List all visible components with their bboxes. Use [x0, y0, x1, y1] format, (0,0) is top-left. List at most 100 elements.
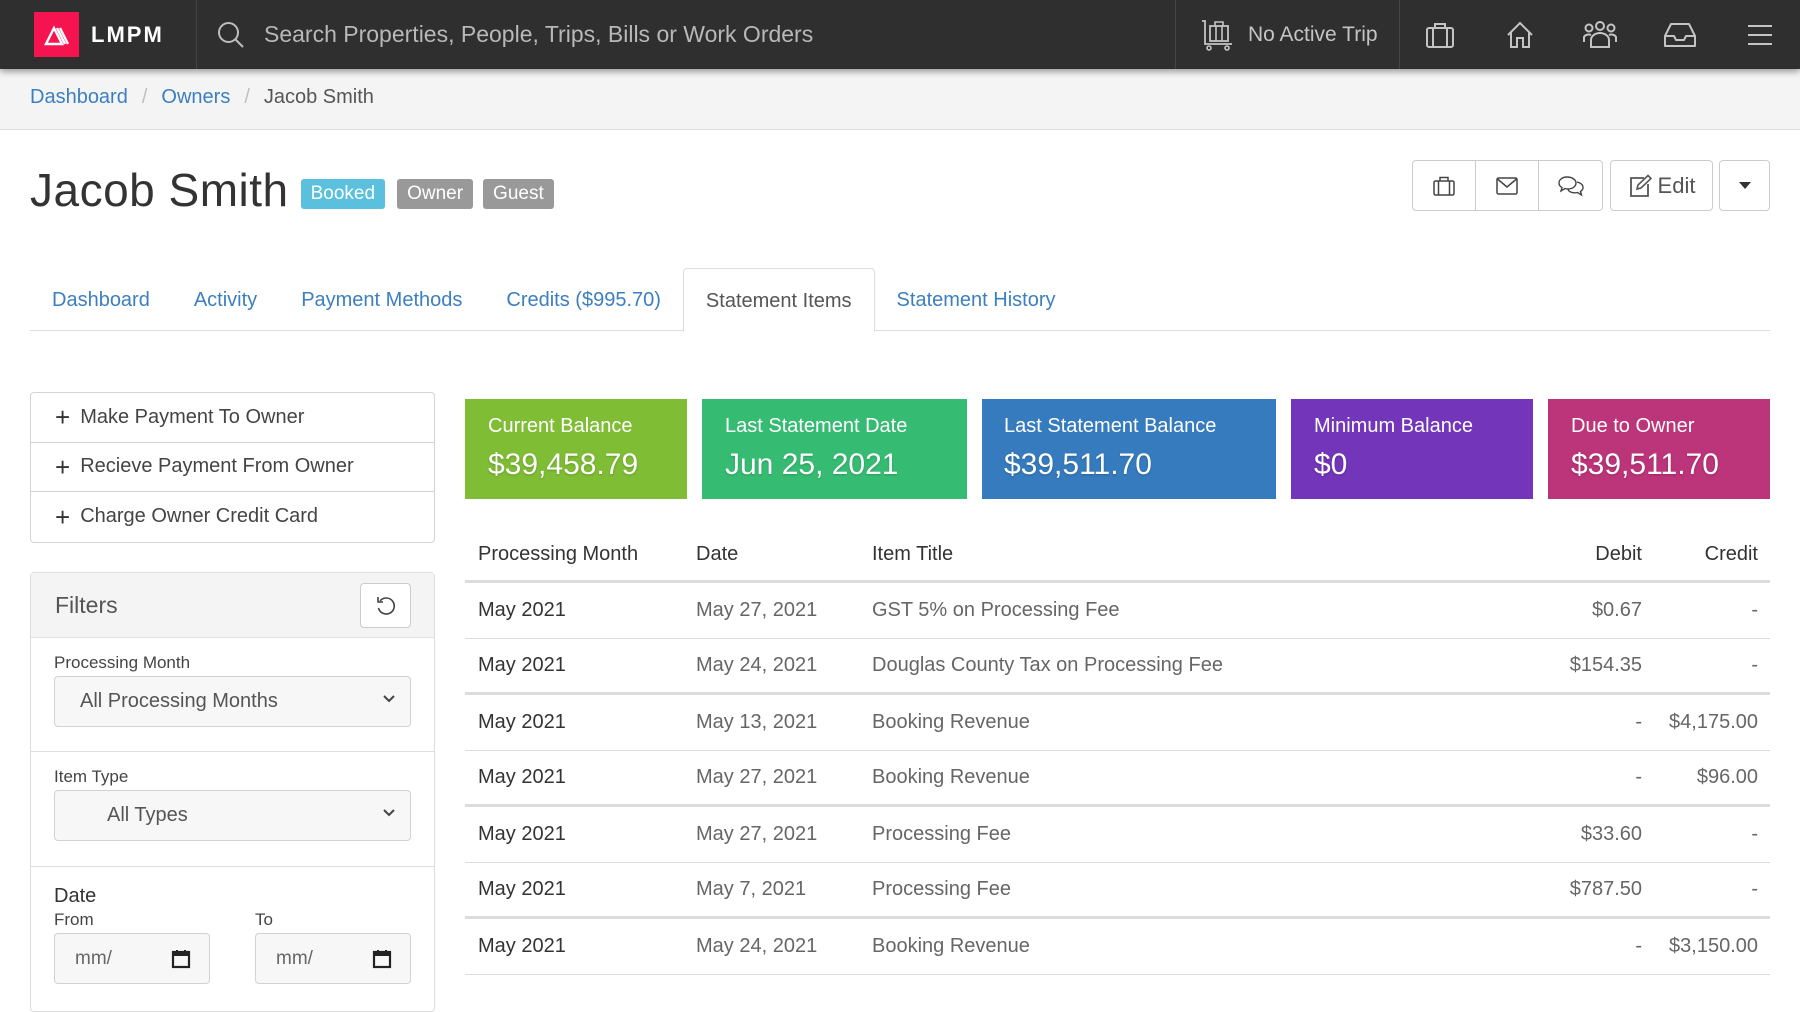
item-type-select[interactable]: All Types — [54, 790, 411, 841]
breadcrumb-owners[interactable]: Owners — [161, 86, 230, 109]
cell-debit: - — [1635, 711, 1642, 733]
chevron-down-icon — [383, 695, 395, 703]
receive-payment-from-owner-button[interactable]: + Recieve Payment From Owner — [31, 443, 434, 492]
filters-header: Filters — [31, 573, 434, 638]
breadcrumb-dashboard[interactable]: Dashboard — [30, 86, 128, 109]
active-trip-indicator[interactable]: No Active Trip — [1200, 0, 1378, 69]
cell-processing-month: May 2021 — [478, 599, 566, 621]
cell-date: May 24, 2021 — [696, 654, 818, 676]
table-row[interactable]: May 2021 May 27, 2021 Processing Fee $33… — [465, 807, 1770, 863]
chevron-down-icon — [383, 809, 395, 817]
make-payment-to-owner-button[interactable]: + Make Payment To Owner — [31, 393, 434, 443]
home-icon[interactable] — [1502, 17, 1538, 53]
card-label: Due to Owner — [1571, 415, 1695, 437]
column-header-credit[interactable]: Credit — [1642, 543, 1770, 566]
card-label: Minimum Balance — [1314, 415, 1473, 437]
cell-processing-month: May 2021 — [478, 823, 566, 845]
briefcase-icon[interactable] — [1422, 17, 1458, 53]
column-header-item-title[interactable]: Item Title — [872, 543, 1482, 566]
column-header-processing-month[interactable]: Processing Month — [465, 543, 696, 566]
brand-logo[interactable]: LMPM — [34, 12, 164, 57]
cell-credit: $3,150.00 — [1669, 935, 1758, 957]
table-row[interactable]: May 2021 May 27, 2021 GST 5% on Processi… — [465, 583, 1770, 639]
role-badge-owner: Owner — [397, 179, 474, 209]
calendar-icon[interactable] — [171, 949, 191, 969]
edit-icon — [1629, 173, 1652, 197]
date-filter-title: Date — [54, 885, 97, 907]
cell-processing-month: May 2021 — [478, 878, 566, 900]
item-type-filter: Item Type All Types — [31, 752, 434, 867]
table-row[interactable]: May 2021 May 7, 2021 Processing Fee $787… — [465, 863, 1770, 919]
tab-statement-items[interactable]: Statement Items — [682, 268, 875, 332]
table-row[interactable]: May 2021 May 27, 2021 Booking Revenue - … — [465, 751, 1770, 807]
card-current-balance: Current Balance $39,458.79 — [465, 399, 687, 499]
cell-item-title: Booking Revenue — [872, 711, 1030, 733]
email-button[interactable] — [1476, 161, 1539, 210]
action-label: Recieve Payment From Owner — [80, 455, 354, 478]
breadcrumb-separator: / — [141, 86, 148, 108]
cell-item-title: Processing Fee — [872, 823, 1011, 845]
calendar-icon[interactable] — [372, 949, 392, 969]
date-to-label: To — [255, 910, 273, 929]
processing-month-label: Processing Month — [54, 653, 191, 672]
cell-item-title: Douglas County Tax on Processing Fee — [872, 654, 1223, 676]
table-header: Processing Month Date Item Title Debit C… — [465, 528, 1770, 583]
processing-month-filter: Processing Month All Processing Months — [31, 638, 434, 752]
cell-item-title: Processing Fee — [872, 878, 1011, 900]
processing-month-select[interactable]: All Processing Months — [54, 676, 411, 727]
message-button[interactable] — [1539, 161, 1602, 210]
date-from-input[interactable]: mm/ — [54, 933, 210, 984]
charge-owner-credit-card-button[interactable]: + Charge Owner Credit Card — [31, 492, 434, 542]
date-filter: Date From mm/ To mm/ — [31, 867, 434, 1012]
inbox-icon[interactable] — [1662, 17, 1698, 53]
reset-filters-button[interactable] — [360, 583, 411, 628]
date-to-input[interactable]: mm/ — [255, 933, 411, 984]
breadcrumb: Dashboard / Owners / Jacob Smith — [30, 86, 374, 109]
role-badge-guest: Guest — [483, 179, 554, 209]
cell-credit: - — [1751, 654, 1758, 676]
tab-credits[interactable]: Credits ($995.70) — [484, 268, 683, 331]
table-row[interactable]: May 2021 May 24, 2021 Booking Revenue - … — [465, 919, 1770, 975]
cell-processing-month: May 2021 — [478, 711, 566, 733]
contact-button-group — [1412, 160, 1603, 211]
card-last-statement-date: Last Statement Date Jun 25, 2021 — [702, 399, 967, 499]
tab-activity[interactable]: Activity — [172, 268, 279, 331]
action-label: Charge Owner Credit Card — [80, 505, 319, 528]
breadcrumb-separator: / — [244, 86, 250, 108]
tab-statement-history[interactable]: Statement History — [875, 268, 1078, 331]
tab-payment-methods[interactable]: Payment Methods — [279, 268, 484, 331]
cell-item-title: GST 5% on Processing Fee — [872, 599, 1120, 621]
card-value: $39,511.70 — [1571, 448, 1719, 481]
plus-icon: + — [55, 402, 71, 433]
caret-down-icon — [1738, 182, 1751, 189]
card-value: Jun 25, 2021 — [725, 448, 899, 481]
cell-debit: - — [1635, 935, 1642, 957]
more-actions-dropdown[interactable] — [1719, 160, 1770, 211]
card-value: $39,458.79 — [488, 448, 639, 481]
cell-date: May 24, 2021 — [696, 935, 818, 957]
logo-mark-icon — [34, 12, 79, 57]
users-icon[interactable] — [1582, 17, 1618, 53]
column-header-debit[interactable]: Debit — [1482, 543, 1642, 566]
cell-date: May 7, 2021 — [696, 878, 807, 900]
table-row[interactable]: May 2021 May 24, 2021 Douglas County Tax… — [465, 639, 1770, 695]
card-due-to-owner: Due to Owner $39,511.70 — [1548, 399, 1770, 499]
cell-processing-month: May 2021 — [478, 654, 566, 676]
menu-icon[interactable] — [1742, 17, 1778, 53]
card-last-statement-balance: Last Statement Balance $39,511.70 — [982, 399, 1276, 499]
action-label: Make Payment To Owner — [80, 405, 305, 428]
trips-button[interactable] — [1413, 161, 1476, 210]
owner-actions-list: + Make Payment To Owner + Recieve Paymen… — [30, 392, 435, 543]
chat-icon — [1557, 175, 1584, 197]
search-input[interactable] — [264, 21, 1144, 48]
cell-debit: $787.50 — [1569, 878, 1642, 900]
cell-date: May 27, 2021 — [696, 599, 818, 621]
card-value: $0 — [1314, 448, 1348, 481]
envelope-icon — [1496, 176, 1518, 195]
column-header-date[interactable]: Date — [696, 543, 872, 566]
table-row[interactable]: May 2021 May 13, 2021 Booking Revenue - … — [465, 695, 1770, 751]
edit-button[interactable]: Edit — [1610, 160, 1713, 211]
tab-dashboard[interactable]: Dashboard — [30, 268, 172, 331]
cell-processing-month: May 2021 — [478, 935, 566, 957]
global-search — [196, 0, 1166, 69]
